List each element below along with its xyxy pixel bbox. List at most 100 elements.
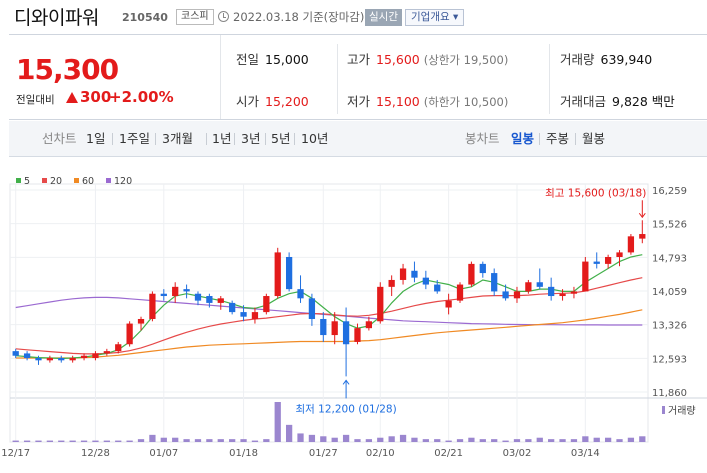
base-date: 2022.03.18 기준(장마감) (233, 10, 365, 24)
ma-line-ma60 (15, 309, 643, 359)
low-annotation: 최저 12,200 (01/28) (295, 403, 396, 415)
prev-close-value: 15,000 (265, 52, 309, 67)
candle-body (46, 358, 54, 361)
volume-legend-swatch (662, 406, 665, 414)
tab-period-3y[interactable]: 3년 (241, 121, 260, 157)
candle-body (183, 289, 190, 292)
candle-body (491, 273, 498, 292)
tab-separator (265, 133, 266, 145)
x-tick-label: 02/10 (366, 448, 395, 459)
volume-bar (445, 440, 452, 442)
tab-line-chart[interactable]: 선차트 (42, 121, 77, 157)
ma-line-ma5 (15, 254, 643, 360)
candle-body (69, 358, 76, 361)
open-label: 시가 (236, 94, 260, 109)
volume-bar (194, 439, 202, 442)
volume-bar (23, 440, 31, 442)
candle-body (217, 298, 224, 303)
volume-bar (422, 439, 429, 442)
x-tick-label: 01/18 (229, 448, 258, 459)
x-tick-label: 03/02 (503, 448, 532, 459)
candle-body (308, 298, 316, 319)
volume-bar (365, 439, 373, 442)
volume-bar (137, 439, 145, 442)
market-badge: 코스피 (176, 9, 214, 25)
volume-bar (263, 439, 270, 442)
candle-body (274, 252, 281, 297)
volume-bar (297, 433, 304, 442)
tab-period-1d[interactable]: 1일 (86, 121, 105, 157)
x-tick-label: 02/21 (434, 448, 463, 459)
volume-bar (160, 437, 167, 442)
candle-body (80, 355, 88, 359)
prev-close-cell: 전일 15,000 (236, 39, 309, 81)
tab-period-1y[interactable]: 1년 (212, 121, 231, 157)
company-info-dropdown[interactable]: 기업개요 ▾ (405, 9, 465, 26)
candle-body (434, 284, 441, 292)
volume-bar (434, 439, 441, 442)
legend-swatch (106, 178, 111, 183)
candle-body (126, 323, 133, 345)
clock-icon (218, 11, 229, 22)
candle-body (399, 268, 407, 280)
candle-body (251, 312, 259, 319)
volume-bar (149, 434, 156, 442)
volume-cell: 거래량 639,940 (560, 39, 652, 81)
candle-body (468, 263, 475, 285)
candle-body (593, 261, 600, 264)
amount-value: 9,828 백만 (612, 94, 675, 109)
volume-bar (502, 440, 509, 442)
candle-body (536, 282, 543, 287)
tab-candle-monthly[interactable]: 월봉 (582, 121, 605, 157)
stock-name: 디와이파워 (14, 7, 99, 29)
candle-body (229, 302, 236, 313)
tab-separator (234, 133, 235, 145)
volume-bar (35, 440, 42, 442)
candlestick-chart[interactable]: 16,259 15,526 14,793 14,059 13,326 12,593 11,8… (0, 158, 707, 473)
lower-limit: (하한가 10,500) (423, 95, 509, 109)
volume-bar (604, 437, 612, 442)
volume-bar (593, 437, 600, 442)
candle-body (320, 318, 327, 336)
y-tick-label: 15,526 (652, 220, 687, 231)
tab-period-1w[interactable]: 1주일 (119, 121, 150, 157)
y-tick-label: 13,326 (652, 321, 687, 332)
volume-bar (69, 440, 76, 442)
y-tick-label: 14,059 (652, 287, 687, 298)
volume-bar (206, 439, 213, 442)
candle-body (422, 277, 429, 285)
high-cell: 고가 15,600 (상한가 19,500) (347, 39, 508, 81)
volume-bar (46, 440, 54, 442)
tab-period-3m[interactable]: 3개월 (162, 121, 193, 157)
tab-separator (206, 133, 207, 145)
candle-body (604, 256, 612, 264)
volume-bar (627, 437, 635, 442)
candle-body (285, 256, 293, 290)
volume-value: 639,940 (600, 52, 653, 67)
legend-label: 20 (50, 176, 62, 187)
candle-body (23, 353, 31, 359)
volume-bar (491, 439, 498, 442)
tab-candle-daily[interactable]: 일봉 (511, 121, 534, 157)
volume-bar (251, 440, 259, 442)
tab-period-5y[interactable]: 5년 (271, 121, 290, 157)
tab-period-10y[interactable]: 10년 (301, 121, 328, 157)
candle-body (570, 291, 578, 294)
high-value: 15,600 (376, 52, 420, 67)
divider (549, 44, 550, 114)
volume-label: 거래량 (668, 405, 696, 417)
candle-body (525, 282, 532, 292)
tab-candle-weekly[interactable]: 주봉 (546, 121, 569, 157)
volume-bar (342, 434, 350, 442)
candle-body (456, 284, 464, 301)
candle-body (92, 353, 99, 359)
upper-limit: (상한가 19,500) (423, 53, 509, 67)
candle-body (240, 312, 247, 317)
y-tick-label: 16,259 (652, 186, 687, 197)
volume-bar (183, 439, 190, 442)
candle-body (548, 286, 555, 297)
tab-candle-chart[interactable]: 봉차트 (465, 121, 500, 157)
candle-body (12, 351, 19, 356)
open-cell: 시가 15,200 (236, 81, 309, 123)
realtime-button[interactable]: 실시간 (365, 9, 402, 26)
